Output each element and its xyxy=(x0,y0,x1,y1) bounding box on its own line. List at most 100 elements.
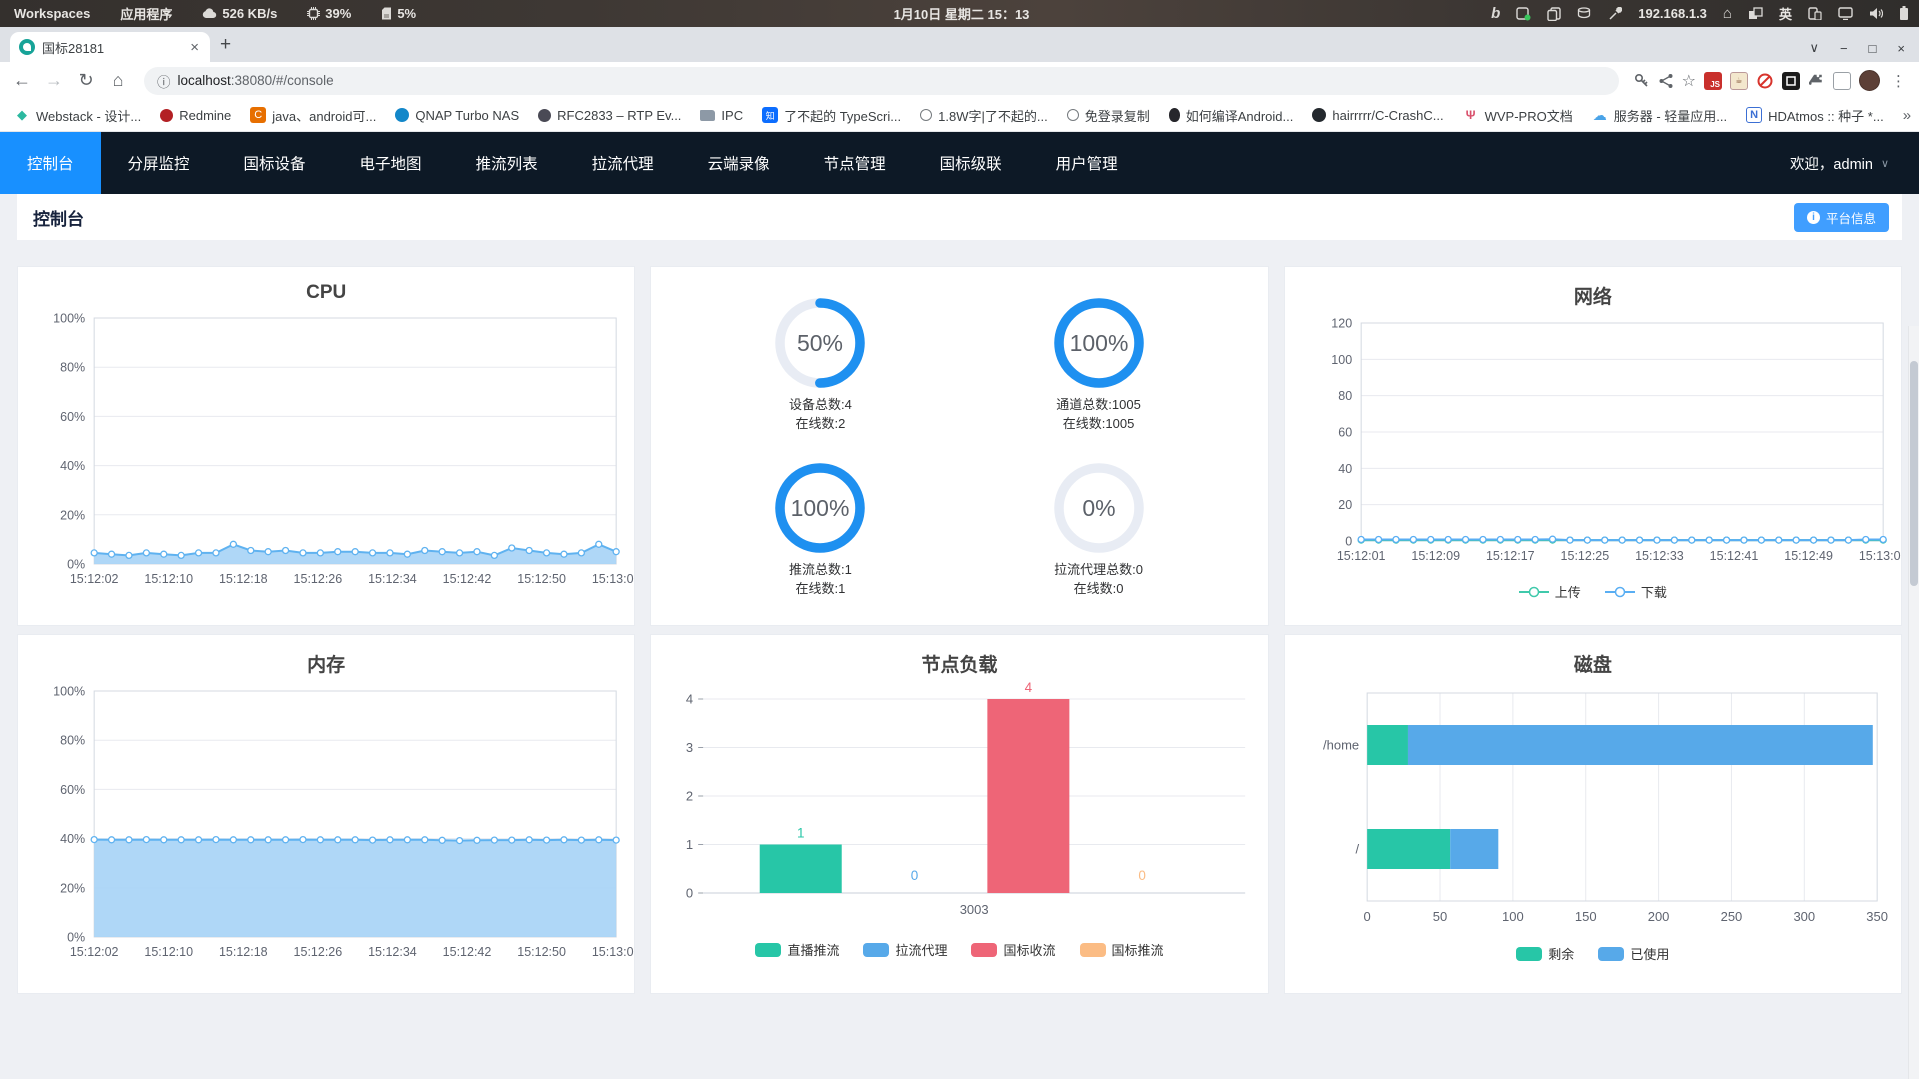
bookmark-item[interactable]: ◆ Webstack - 设计... xyxy=(14,106,141,125)
nav-item-8[interactable]: 国标级联 xyxy=(913,132,1029,194)
platform-info-button[interactable]: i 平台信息 xyxy=(1793,202,1889,232)
coffee-tray-icon[interactable] xyxy=(1577,7,1592,20)
applications-menu[interactable]: 应用程序 xyxy=(120,4,172,23)
svg-text:150: 150 xyxy=(1575,909,1597,924)
legend-item[interactable]: 拉流代理 xyxy=(863,940,947,959)
ext-cup-icon[interactable]: ☕ xyxy=(1730,71,1748,90)
window-close-icon[interactable]: × xyxy=(1897,41,1905,56)
svg-text:0%: 0% xyxy=(67,931,85,945)
battery-tray-icon[interactable] xyxy=(1899,6,1909,21)
browser-tab-active[interactable]: 国标28181 × xyxy=(10,32,210,62)
svg-text:15:12:50: 15:12:50 xyxy=(517,572,566,586)
legend-swatch xyxy=(863,942,890,957)
nav-menu: 控制台 分屏监控 国标设备 电子地图 推流列表 拉流代理 云端录像 节点管理 国标级联 用户管理 xyxy=(0,132,1145,194)
new-tab-button[interactable]: + xyxy=(220,32,231,58)
volume-tray-icon[interactable] xyxy=(1869,7,1883,20)
legend-item[interactable]: 已使用 xyxy=(1598,944,1669,963)
ext-js-icon[interactable]: JS xyxy=(1704,71,1722,90)
ext-darkreader-icon[interactable] xyxy=(1782,71,1800,90)
memory-usage-indicator[interactable]: 5% xyxy=(381,6,416,21)
bookmarks-overflow-chevron[interactable]: » xyxy=(1903,107,1917,124)
address-bar[interactable]: ⓘ localhost:38080/#/console xyxy=(144,66,1619,95)
window-menu-icon[interactable]: ∨ xyxy=(1809,40,1819,56)
bookmark-item[interactable]: RFC2833 – RTP Ev... xyxy=(538,108,681,123)
svg-text:15:12:42: 15:12:42 xyxy=(443,945,492,959)
clipboard-tray-icon[interactable] xyxy=(1547,6,1561,21)
color-picker-tray-icon[interactable] xyxy=(1608,6,1623,21)
user-menu[interactable]: 欢迎，admin ∨ xyxy=(1790,132,1919,194)
window-maximize-icon[interactable]: □ xyxy=(1869,41,1877,56)
workspaces-menu[interactable]: Workspaces xyxy=(14,6,90,21)
network-chart[interactable]: 0 20 40 60 80 100 120 15:12:01 15:12:09 15:12:17 1… xyxy=(1285,313,1901,580)
ext-frame-icon[interactable] xyxy=(1833,71,1851,90)
bookmark-item[interactable]: 1.8W字|了不起的... xyxy=(920,106,1048,125)
nav-item-6[interactable]: 云端录像 xyxy=(681,132,797,194)
nodeload-chart[interactable]: 0 1 2 3 4 1 0 4 0 3003 xyxy=(651,680,1267,938)
nav-item-5[interactable]: 拉流代理 xyxy=(565,132,681,194)
display-tray-icon[interactable] xyxy=(1838,7,1853,20)
nav-item-1[interactable]: 分屏监控 xyxy=(101,132,217,194)
home-tray-icon[interactable]: ⌂ xyxy=(1723,5,1732,22)
bing-tray-icon[interactable]: b xyxy=(1491,5,1500,22)
legend-item[interactable]: 直播推流 xyxy=(755,940,839,959)
svg-text:15:12:18: 15:12:18 xyxy=(219,945,268,959)
bookmark-item[interactable]: IPC xyxy=(700,108,743,123)
disk-chart[interactable]: 0 50 100 150 200 250 300 350/home / xyxy=(1285,681,1901,942)
cpu-usage-indicator[interactable]: 39% xyxy=(307,6,351,21)
nav-item-2[interactable]: 国标设备 xyxy=(217,132,333,194)
bookmark-item[interactable]: 如何编译Android... xyxy=(1168,106,1293,125)
cpu-chart[interactable]: 0% 20% 40% 60% 80% 100% 15:12:02 15:12:10 15:12:… xyxy=(18,308,634,603)
profile-avatar[interactable] xyxy=(1859,70,1880,91)
bookmark-item[interactable]: QNAP Turbo NAS xyxy=(395,108,519,123)
nav-item-9[interactable]: 用户管理 xyxy=(1029,132,1145,194)
bookmark-item[interactable]: ☁ 服务器 - 轻量应用... xyxy=(1592,106,1727,125)
window-minimize-icon[interactable]: − xyxy=(1840,41,1848,56)
bookmark-item[interactable]: hairrrrr/C-CrashC... xyxy=(1312,108,1444,123)
site-info-icon[interactable]: ⓘ xyxy=(157,71,171,91)
bookmark-item[interactable]: 免登录复制 xyxy=(1066,106,1150,125)
legend-item[interactable]: 上传 xyxy=(1518,582,1581,601)
svg-text:15:13:01: 15:13:01 xyxy=(592,572,635,586)
legend-item[interactable]: 国标收流 xyxy=(971,940,1056,959)
legend-item[interactable]: 国标推流 xyxy=(1079,940,1164,959)
nav-item-7[interactable]: 节点管理 xyxy=(797,132,913,194)
memory-chart[interactable]: 0% 20% 40% 60% 80% 100% 15:12:02 15:12:10 15:12:… xyxy=(18,681,634,976)
bookmark-item[interactable]: Cjava、android可... xyxy=(250,106,376,125)
browser-home-icon[interactable]: ⌂ xyxy=(106,70,130,91)
reload-icon[interactable]: ↻ xyxy=(74,70,98,91)
bookmark-label: 免登录复制 xyxy=(1084,108,1150,124)
window-switcher-tray-icon[interactable] xyxy=(1748,7,1763,20)
legend-item[interactable]: 剩余 xyxy=(1516,944,1574,963)
forward-icon[interactable]: → xyxy=(42,70,66,91)
back-icon[interactable]: ← xyxy=(10,70,34,91)
bookmark-item[interactable]: Redmine xyxy=(160,108,231,123)
legend-item[interactable]: 下载 xyxy=(1604,582,1667,601)
extensions-puzzle-icon[interactable] xyxy=(1808,72,1825,89)
bookmark-item[interactable]: 知了不起的 TypeScri... xyxy=(762,106,901,125)
bookmark-item[interactable]: N HDAtmos :: 种子 *... xyxy=(1746,106,1884,125)
bookmark-star-icon[interactable]: ☆ xyxy=(1682,71,1696,91)
bookmark-label: 服务器 - 轻量应用... xyxy=(1613,108,1728,124)
ext-blocker-icon[interactable] xyxy=(1756,71,1774,90)
clock[interactable]: 1月10日 星期二 15：13 xyxy=(894,4,1030,23)
legend-label: 国标收流 xyxy=(1003,943,1056,958)
share-icon[interactable] xyxy=(1658,73,1674,89)
nav-item-3[interactable]: 电子地图 xyxy=(333,132,449,194)
nav-item-4[interactable]: 推流列表 xyxy=(449,132,565,194)
password-key-icon[interactable] xyxy=(1633,72,1650,89)
input-language-indicator[interactable]: 英 xyxy=(1779,4,1792,23)
network-speed-indicator[interactable]: 526 KB/s xyxy=(202,6,277,21)
tab-close-icon[interactable]: × xyxy=(188,39,201,56)
screenshot-tray-icon[interactable] xyxy=(1516,6,1531,21)
browser-menu-icon[interactable]: ⋮ xyxy=(1888,72,1909,90)
stat-donut-2: 100% 推流总数:1 在线数:1 xyxy=(681,446,959,611)
scrollbar-thumb[interactable] xyxy=(1910,361,1918,586)
nav-item-0[interactable]: 控制台 xyxy=(0,132,101,194)
page-title: 控制台 xyxy=(33,209,84,229)
phone-link-tray-icon[interactable] xyxy=(1808,7,1822,20)
legend-label: 下载 xyxy=(1640,585,1667,600)
bookmark-item[interactable]: Ψ WVP-PRO文档 xyxy=(1463,106,1573,125)
svg-text:0%: 0% xyxy=(67,558,85,572)
ip-address-indicator[interactable]: 192.168.1.3 xyxy=(1638,6,1707,21)
page-scrollbar[interactable] xyxy=(1908,326,1919,1079)
